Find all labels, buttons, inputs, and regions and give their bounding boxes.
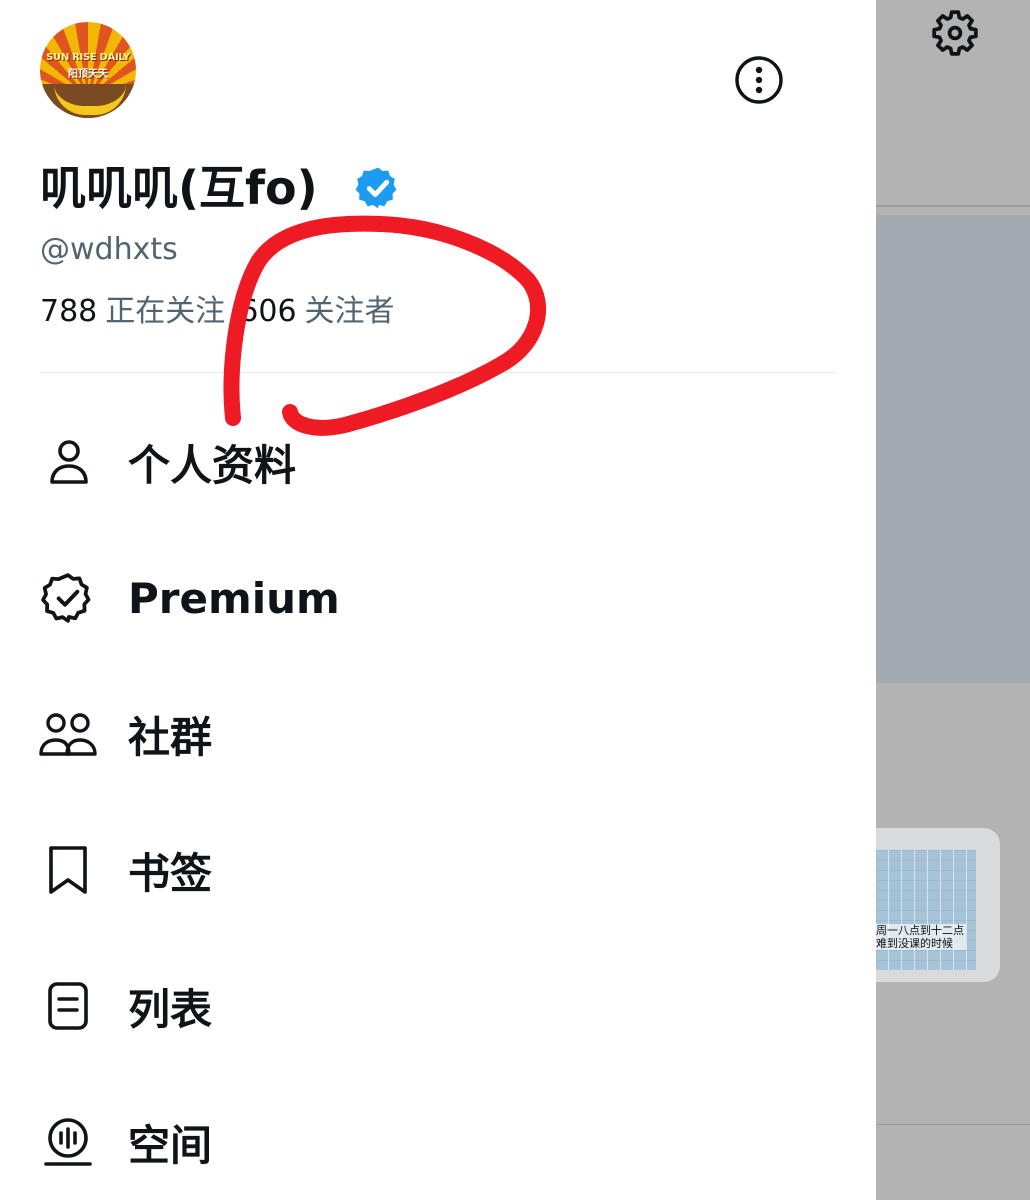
background-image-thumbnail: 周一八点到十二点 难到没课的时候 (876, 828, 1000, 982)
follow-stats: 788 正在关注 606 关注者 (40, 292, 395, 332)
spaces-icon (44, 1118, 92, 1166)
followers-count: 606 (239, 294, 297, 329)
menu-item-communities[interactable]: 社群 (38, 694, 838, 774)
navigation-drawer: SUN RISE DAILY 阳顶天天 叽叽叽(互fo) @wdhxts 788… (0, 0, 876, 1200)
divider (40, 372, 836, 373)
following-count: 788 (40, 294, 98, 329)
menu-item-profile[interactable]: 个人资料 (38, 422, 838, 502)
display-name[interactable]: 叽叽叽(互fo) (40, 160, 318, 216)
menu-item-premium[interactable]: Premium (38, 558, 838, 638)
menu-item-label: 个人资料 (128, 440, 297, 490)
menu-item-label: Premium (128, 573, 340, 623)
avatar[interactable]: SUN RISE DAILY 阳顶天天 (40, 22, 136, 118)
more-vertical-icon (735, 56, 783, 104)
thumbnail-grid (876, 850, 976, 970)
person-icon (50, 440, 88, 484)
background-divider (876, 1124, 1030, 1125)
verified-badge-icon (355, 167, 397, 209)
menu-item-spaces[interactable]: 空间 (38, 1102, 838, 1182)
user-handle[interactable]: @wdhxts (40, 230, 178, 270)
thumbnail-caption: 周一八点到十二点 难到没课的时候 (876, 924, 966, 950)
avatar-logo-subtext: 阳顶天天 (68, 69, 108, 80)
background-text-fragment (876, 145, 886, 175)
menu-item-label: 列表 (128, 984, 213, 1034)
background-card (876, 215, 1030, 683)
thumbnail-caption-line: 周一八点到十二点 (876, 924, 964, 937)
background-divider (876, 205, 1030, 207)
settings-icon[interactable] (930, 8, 980, 58)
following-link[interactable]: 788 正在关注 (40, 292, 225, 332)
followers-label: 关注者 (304, 294, 395, 329)
thumbnail-caption-line: 难到没课的时候 (876, 937, 953, 950)
menu-item-label: 书签 (128, 848, 213, 898)
following-label: 正在关注 (105, 294, 226, 329)
menu-item-lists[interactable]: 列表 (38, 966, 838, 1046)
bookmark-icon (49, 846, 87, 894)
communities-icon (39, 713, 97, 756)
menu-item-label: 社群 (128, 712, 213, 762)
followers-link[interactable]: 606 关注者 (239, 292, 394, 332)
verified-badge-outline-icon (41, 573, 91, 623)
list-icon (48, 982, 88, 1030)
menu-item-label: 空间 (128, 1120, 213, 1170)
menu-item-bookmarks[interactable]: 书签 (38, 830, 838, 910)
background-timeline: 周一八点到十二点 难到没课的时候 (876, 0, 1030, 1200)
more-options-button[interactable] (734, 55, 784, 105)
avatar-logo-text: SUN RISE DAILY (46, 52, 130, 63)
